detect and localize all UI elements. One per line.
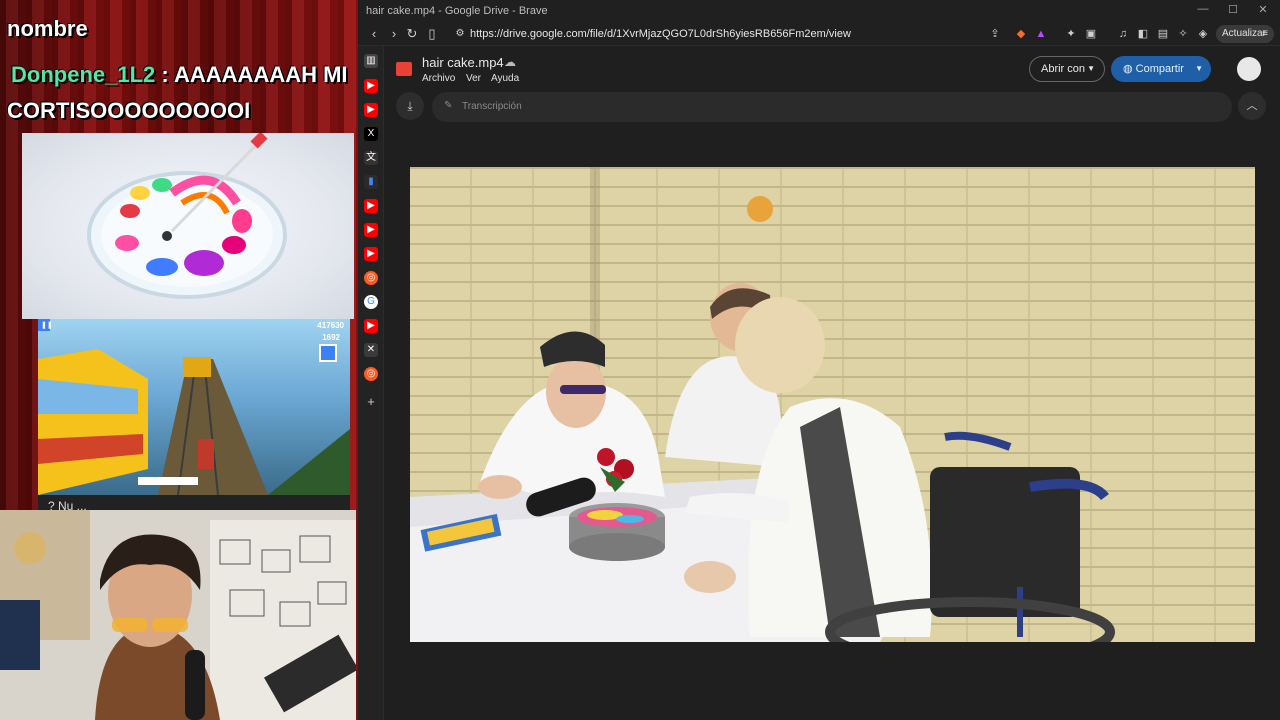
dropdown-icon: ▼ xyxy=(1195,64,1203,73)
tab-youtube-icon[interactable]: ▶ xyxy=(364,319,378,333)
close-tab-icon[interactable]: ✕ xyxy=(364,343,378,357)
tab-youtube-icon[interactable]: ▶ xyxy=(364,223,378,237)
webcam-feed xyxy=(0,510,356,720)
title-bar: hair cake.mp4 - Google Drive - Brave — ☐… xyxy=(358,0,1280,22)
drive-file-viewer: hair cake.mp4 ☁ Archivo Ver Ayuda Abrir … xyxy=(384,46,1280,720)
webcam-illustration xyxy=(0,510,356,720)
forward-icon[interactable]: › xyxy=(386,26,402,42)
menu-ver[interactable]: Ver xyxy=(466,73,481,84)
chat-username: Donpene_1L2 xyxy=(11,62,156,87)
chat-line-message: CORTISOOOOOOOOOI xyxy=(7,98,250,124)
browser-window: hair cake.mp4 - Google Drive - Brave — ☐… xyxy=(358,0,1280,720)
brave-rewards-icon[interactable]: ▲ xyxy=(1034,27,1048,41)
tab-x-icon[interactable]: X xyxy=(364,127,378,141)
brave-shields-icon[interactable]: ◆ xyxy=(1014,27,1028,41)
transcript-label: Transcripción xyxy=(462,101,522,112)
leo-ai-icon[interactable]: ✧ xyxy=(1176,27,1190,41)
file-name: hair cake.mp4 xyxy=(422,55,504,70)
video-player[interactable] xyxy=(410,167,1255,642)
stream-overlay: nombre Donpene_1L2 : AAAAAAAAH MI CORTIS… xyxy=(0,0,358,720)
vertical-tab-rail: ▥ ▶ ▶ X 文 ▮ ▶ ▶ ▶ ◎ G ▶ ✕ ◎ + xyxy=(358,46,384,720)
tab-youtube-icon[interactable]: ▶ xyxy=(364,247,378,261)
menu-icon: ≡ xyxy=(1262,28,1268,39)
maximize-button[interactable]: ☐ xyxy=(1218,3,1248,19)
game-coins: 1692 xyxy=(322,333,340,342)
reload-icon[interactable]: ↻ xyxy=(404,26,420,42)
chat-previous-text: nombre xyxy=(7,16,88,41)
tab-youtube-icon[interactable]: ▶ xyxy=(364,103,378,117)
transcript-bar[interactable]: ✎ Transcripción xyxy=(432,92,1232,122)
tab-search-icon[interactable]: ▣ xyxy=(1084,27,1098,41)
video-frame xyxy=(410,167,1115,642)
dropdown-icon: ▼ xyxy=(1087,64,1095,73)
account-avatar[interactable] xyxy=(1237,57,1261,81)
menu-archivo[interactable]: Archivo xyxy=(422,73,455,84)
sidebar-icon[interactable]: ◧ xyxy=(1136,27,1150,41)
tab-google-icon[interactable]: G xyxy=(364,295,378,309)
chat-line-previous: nombre xyxy=(7,16,88,42)
tab-brave-search-icon[interactable]: ◎ xyxy=(364,271,378,285)
tab-analytics-icon[interactable]: ▮ xyxy=(364,175,378,189)
share-page-icon[interactable]: ⇪ xyxy=(988,27,1002,41)
sidebar-toggle-icon[interactable]: ▥ xyxy=(364,54,378,68)
new-tab-icon[interactable]: + xyxy=(364,395,378,409)
menu-ayuda[interactable]: Ayuda xyxy=(491,73,519,84)
url-field[interactable]: https://drive.google.com/file/d/1XvrMjaz… xyxy=(470,28,851,40)
chat-line-username: Donpene_1L2 : AAAAAAAAH MI xyxy=(11,62,348,88)
tab-youtube-icon[interactable]: ▶ xyxy=(364,199,378,213)
runner-game-illustration xyxy=(38,319,350,495)
share-label: Compartir xyxy=(1135,63,1184,75)
video-file-icon xyxy=(396,62,412,76)
chat-message-part-1: AAAAAAAAH MI xyxy=(174,62,348,87)
chevron-up-icon[interactable]: ︿ xyxy=(1238,92,1266,120)
tab-translate-icon[interactable]: 文 xyxy=(364,151,378,165)
download-icon[interactable]: ⤓ xyxy=(396,92,424,120)
back-icon[interactable]: ‹ xyxy=(366,26,382,42)
paint-dish-illustration xyxy=(87,133,287,299)
media-icon[interactable]: ♫ xyxy=(1116,27,1130,41)
close-window-button[interactable]: ✕ xyxy=(1248,3,1278,19)
vpn-icon[interactable]: ◈ xyxy=(1196,27,1210,41)
open-with-button[interactable]: Abrir con ▼ xyxy=(1029,56,1105,82)
update-label: Actualizar xyxy=(1222,28,1266,39)
tab-youtube-icon[interactable]: ▶ xyxy=(364,79,378,93)
wallet-icon[interactable]: ▤ xyxy=(1156,27,1170,41)
minimize-button[interactable]: — xyxy=(1188,3,1218,19)
runner-game-thumbnail: 417630 1692 ❚❚ xyxy=(38,319,350,495)
open-with-label: Abrir con xyxy=(1041,63,1086,75)
cloud-icon[interactable]: ☁ xyxy=(504,55,516,69)
extensions-icon[interactable]: ✦ xyxy=(1064,27,1078,41)
site-settings-icon[interactable]: ⚙ xyxy=(452,26,468,42)
update-button[interactable]: Actualizar ≡ xyxy=(1216,25,1274,43)
viewer-toolbar: ⤓ ✎ Transcripción ︿ xyxy=(396,92,1266,122)
screen: nombre Donpene_1L2 : AAAAAAAAH MI CORTIS… xyxy=(0,0,1280,720)
tab-brave-search-icon[interactable]: ◎ xyxy=(364,367,378,381)
window-title: hair cake.mp4 - Google Drive - Brave xyxy=(366,5,548,17)
share-button[interactable]: ◍ Compartir ▼ xyxy=(1111,56,1211,82)
address-bar: ‹ › ↻ ▯ ⚙ https://drive.google.com/file/… xyxy=(358,22,1280,46)
pause-icon[interactable]: ❚❚ xyxy=(41,322,53,330)
transcript-icon: ✎ xyxy=(444,100,453,111)
globe-icon: ◍ xyxy=(1123,63,1133,75)
bookmark-icon[interactable]: ▯ xyxy=(424,26,440,42)
paint-video-thumbnail xyxy=(22,133,354,319)
chat-message-part-2: CORTISOOOOOOOOOI xyxy=(7,98,251,123)
game-score: 417630 xyxy=(317,321,344,330)
chat-separator: : xyxy=(155,62,174,87)
